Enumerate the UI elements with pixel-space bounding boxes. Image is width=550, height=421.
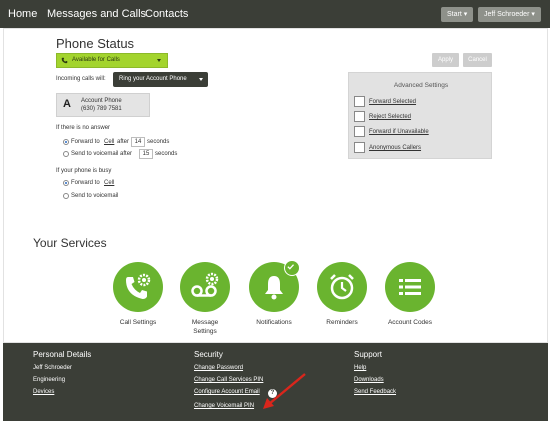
devices-link[interactable]: Devices <box>33 389 54 395</box>
forward-selected-link[interactable]: Forward Selected <box>369 99 416 105</box>
phone-gear-icon <box>126 273 151 299</box>
configure-account-email-link[interactable]: Configure Account Email <box>194 389 260 395</box>
notifications-label: Notifications <box>256 319 292 326</box>
send-to-voicemail-radio[interactable] <box>63 151 69 157</box>
forward-to-label: Forward to <box>71 139 100 145</box>
anonymous-callers-link[interactable]: Anonymous Callers <box>369 145 421 151</box>
forward-if-unavailable-checkbox[interactable] <box>354 126 365 137</box>
cancel-button[interactable]: Cancel <box>463 53 492 67</box>
voicemail-seconds-input[interactable]: 15 <box>139 149 153 159</box>
start-menu-button[interactable]: Start ▾ <box>441 7 474 22</box>
busy-forward-to-label: Forward to <box>71 180 100 186</box>
availability-value: Available for Calls <box>72 57 120 63</box>
advanced-settings-title: Advanced Settings <box>393 82 449 89</box>
forward-if-unavailable-link[interactable]: Forward if Unavailable <box>369 129 429 135</box>
busy-cell-link[interactable]: Cell <box>104 180 114 186</box>
chevron-down-icon <box>199 78 203 81</box>
alarm-clock-icon <box>330 274 354 300</box>
chevron-down-icon <box>157 59 161 62</box>
call-settings-label: Call Settings <box>119 319 157 326</box>
forward-to-cell-radio[interactable] <box>63 139 69 145</box>
phone-icon <box>61 57 68 64</box>
nav-contacts[interactable]: Contacts <box>145 8 188 20</box>
busy-send-to-voicemail-label: Send to voicemail <box>71 193 119 199</box>
account-phone-number: (630) 789 7581 <box>81 106 122 112</box>
nav-messages-calls[interactable]: Messages and Calls <box>47 8 146 20</box>
incoming-calls-value: Ring your Account Phone <box>119 76 187 82</box>
help-link[interactable]: Help <box>354 365 366 371</box>
message-settings-label: Message Settings <box>191 319 219 335</box>
no-answer-heading: If there is no answer <box>56 125 111 131</box>
services-title: Your Services <box>33 236 107 250</box>
incoming-calls-label: Incoming calls will: <box>56 76 106 82</box>
support-heading: Support <box>354 350 383 359</box>
advanced-settings-panel: Advanced Settings Forward Selected Rejec… <box>348 72 492 159</box>
user-menu-button[interactable]: Jeff Schroeder ▾ <box>478 7 541 22</box>
busy-forward-to-cell-radio[interactable] <box>63 180 69 186</box>
account-phone-name: Account Phone <box>81 98 122 104</box>
security-heading: Security <box>194 350 223 359</box>
seconds-label: seconds <box>147 139 170 145</box>
seconds-label: seconds <box>155 151 178 157</box>
account-letter: A <box>63 98 71 110</box>
account-codes-button[interactable] <box>385 262 435 312</box>
page-title: Phone Status <box>56 36 135 51</box>
reject-selected-checkbox[interactable] <box>354 111 365 122</box>
busy-heading: If your phone is busy <box>56 168 112 174</box>
availability-dropdown[interactable]: Available for Calls <box>56 53 168 68</box>
voicemail-gear-icon <box>191 272 219 297</box>
change-voicemail-pin-link[interactable]: Change Voicemail PIN <box>194 403 254 409</box>
anonymous-callers-checkbox[interactable] <box>354 142 365 153</box>
downloads-link[interactable]: Downloads <box>354 377 384 383</box>
call-settings-button[interactable] <box>113 262 163 312</box>
cell-link[interactable]: Cell <box>104 139 114 145</box>
incoming-calls-dropdown[interactable]: Ring your Account Phone <box>113 72 208 87</box>
change-password-link[interactable]: Change Password <box>194 365 243 371</box>
personal-details-heading: Personal Details <box>33 350 92 359</box>
reminders-label: Reminders <box>326 319 358 326</box>
check-icon <box>284 260 300 276</box>
account-phone-card[interactable]: A Account Phone (630) 789 7581 <box>56 93 150 117</box>
message-settings-button[interactable] <box>180 262 230 312</box>
user-name: Jeff Schroeder <box>33 365 72 371</box>
busy-send-to-voicemail-radio[interactable] <box>63 193 69 199</box>
forward-seconds-input[interactable]: 14 <box>131 137 145 147</box>
red-arrow-icon <box>263 373 306 409</box>
apply-button[interactable]: Apply <box>432 53 459 67</box>
send-to-voicemail-after-label: Send to voicemail after <box>71 151 133 157</box>
reminders-button[interactable] <box>317 262 367 312</box>
reject-selected-link[interactable]: Reject Selected <box>369 114 411 120</box>
nav-home[interactable]: Home <box>8 8 37 20</box>
list-icon <box>399 279 421 295</box>
after-label: after <box>117 139 130 145</box>
send-feedback-link[interactable]: Send Feedback <box>354 389 396 395</box>
change-call-services-pin-link[interactable]: Change Call Services PIN <box>194 377 263 383</box>
account-codes-label: Account Codes <box>387 319 433 326</box>
top-nav: Home Messages and Calls Contacts Start ▾… <box>0 0 550 28</box>
user-department: Engineering <box>33 377 66 383</box>
forward-selected-checkbox[interactable] <box>354 96 365 107</box>
